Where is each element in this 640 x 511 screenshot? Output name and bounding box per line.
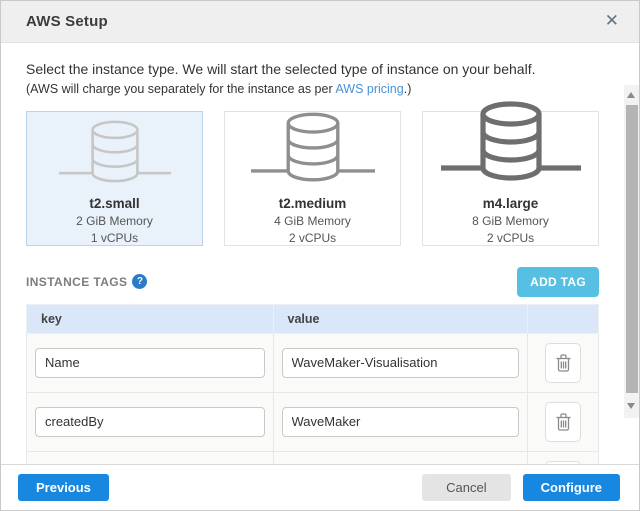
instance-cards: t2.small 2 GiB Memory 1 vCPUs t2.medium … xyxy=(26,111,599,246)
instance-vcpus: 2 vCPUs xyxy=(487,231,534,245)
pricing-note-suffix: .) xyxy=(404,82,412,96)
table-header-row: key value xyxy=(27,304,599,333)
tag-rows xyxy=(27,333,599,464)
scrollbar-thumb[interactable] xyxy=(626,105,638,393)
scrollbar-down-arrow-icon[interactable] xyxy=(627,403,635,409)
instance-tags-label: INSTANCE TAGS xyxy=(26,275,127,289)
pricing-note: (AWS will charge you separately for the … xyxy=(26,81,599,99)
instance-vcpus: 2 vCPUs xyxy=(289,231,336,245)
instance-tags-table: key value xyxy=(26,304,599,464)
database-icon xyxy=(427,118,594,194)
delete-tag-button[interactable] xyxy=(545,343,581,383)
tag-table-row xyxy=(27,392,599,451)
scrollbar-up-arrow-icon[interactable] xyxy=(627,92,635,98)
database-icon xyxy=(31,118,198,194)
instance-type-card[interactable]: t2.small 2 GiB Memory 1 vCPUs xyxy=(26,111,203,246)
column-header-value: value xyxy=(273,304,528,333)
intro-text: Select the instance type. We will start … xyxy=(26,59,599,79)
dialog-header: AWS Setup ✕ xyxy=(1,1,639,43)
instance-type-card[interactable]: m4.large 8 GiB Memory 2 vCPUs xyxy=(422,111,599,246)
tag-key-input[interactable] xyxy=(35,348,265,378)
dialog-title: AWS Setup xyxy=(26,13,108,30)
previous-button[interactable]: Previous xyxy=(18,474,109,501)
trash-icon xyxy=(556,354,571,372)
instance-name: t2.medium xyxy=(279,196,347,211)
pricing-note-prefix: (AWS will charge you separately for the … xyxy=(26,82,335,96)
instance-name: t2.small xyxy=(89,196,139,211)
delete-tag-button[interactable] xyxy=(545,402,581,442)
aws-setup-dialog: AWS Setup ✕ Select the instance type. We… xyxy=(0,0,640,511)
instance-memory: 8 GiB Memory xyxy=(472,214,549,228)
vertical-scrollbar[interactable] xyxy=(624,85,639,418)
help-icon[interactable]: ? xyxy=(132,274,147,289)
tag-table-row xyxy=(27,451,599,464)
close-icon[interactable]: ✕ xyxy=(601,11,623,32)
aws-pricing-link[interactable]: AWS pricing xyxy=(335,82,403,96)
trash-icon xyxy=(556,413,571,431)
column-header-key: key xyxy=(27,304,274,333)
dialog-content: Select the instance type. We will start … xyxy=(1,43,639,464)
column-header-action xyxy=(528,304,599,333)
configure-button[interactable]: Configure xyxy=(523,474,620,501)
instance-type-card[interactable]: t2.medium 4 GiB Memory 2 vCPUs xyxy=(224,111,401,246)
cancel-button[interactable]: Cancel xyxy=(422,474,510,501)
add-tag-button[interactable]: ADD TAG xyxy=(517,267,599,297)
dialog-footer: Previous Cancel Configure xyxy=(1,464,639,510)
tag-table-row xyxy=(27,333,599,392)
instance-name: m4.large xyxy=(483,196,539,211)
database-icon xyxy=(229,118,396,194)
delete-tag-button[interactable] xyxy=(545,461,581,464)
instance-vcpus: 1 vCPUs xyxy=(91,231,138,245)
instance-memory: 2 GiB Memory xyxy=(76,214,153,228)
tag-value-input[interactable] xyxy=(282,407,520,437)
tag-key-input[interactable] xyxy=(35,407,265,437)
instance-tags-bar: INSTANCE TAGS ? ADD TAG xyxy=(26,268,599,296)
instance-memory: 4 GiB Memory xyxy=(274,214,351,228)
tag-value-input[interactable] xyxy=(282,348,520,378)
